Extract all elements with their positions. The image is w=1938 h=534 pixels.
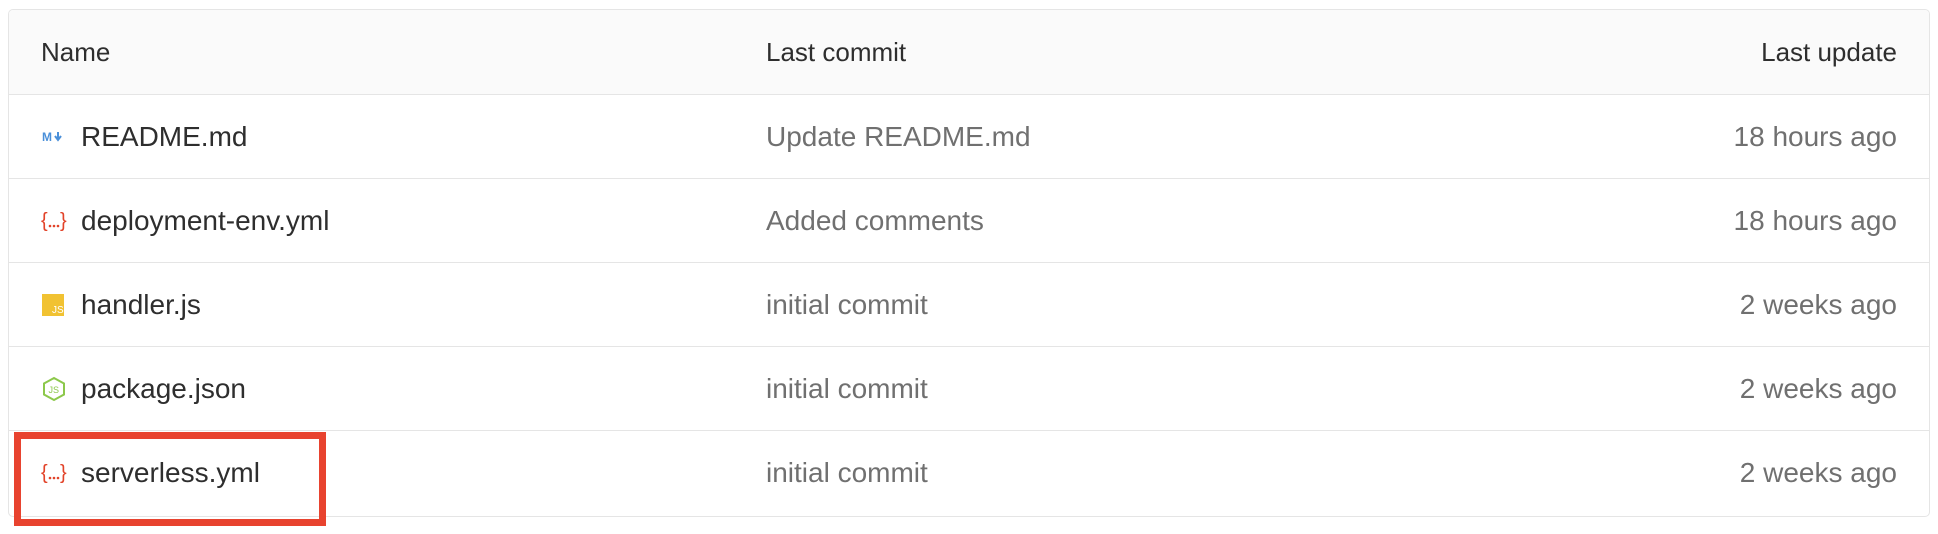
svg-text:M: M <box>42 130 52 144</box>
table-row: JS handler.js initial commit 2 weeks ago <box>9 263 1929 347</box>
commit-message-link[interactable]: initial commit <box>766 431 928 515</box>
commit-message-link[interactable]: initial commit <box>766 347 928 430</box>
table-row: { } deployment-env.yml Added comments 18… <box>9 179 1929 263</box>
file-name[interactable]: README.md <box>81 121 247 153</box>
svg-text:JS: JS <box>52 305 64 316</box>
markdown-icon: M <box>41 124 67 150</box>
file-name[interactable]: handler.js <box>81 289 201 321</box>
file-link[interactable]: JS handler.js <box>41 263 201 346</box>
svg-text:{: { <box>41 462 48 484</box>
yaml-icon: { } <box>41 460 67 486</box>
commit-message-link[interactable]: Update README.md <box>766 95 1031 178</box>
javascript-icon: JS <box>41 292 67 318</box>
commit-message-link[interactable]: initial commit <box>766 263 928 346</box>
column-header-last-commit: Last commit <box>766 36 907 67</box>
file-name[interactable]: serverless.yml <box>81 457 260 489</box>
file-table: Name Last commit Last update M README.md… <box>8 9 1930 517</box>
yaml-icon: { } <box>41 208 67 234</box>
last-update-time: 2 weeks ago <box>1739 457 1897 488</box>
column-header-name: Name <box>41 36 111 67</box>
file-link[interactable]: M README.md <box>41 95 247 178</box>
commit-message-link[interactable]: Added comments <box>766 179 984 262</box>
file-name[interactable]: deployment-env.yml <box>81 205 329 237</box>
last-update-time: 18 hours ago <box>1733 204 1897 236</box>
table-row: { } serverless.yml initial commit 2 week… <box>9 431 1929 515</box>
last-update-time: 2 weeks ago <box>1739 288 1897 320</box>
file-link[interactable]: { } serverless.yml <box>41 431 260 515</box>
svg-text:JS: JS <box>49 385 60 395</box>
file-link[interactable]: { } deployment-env.yml <box>41 179 329 262</box>
file-name[interactable]: package.json <box>81 373 246 405</box>
table-row: JS package.json initial commit 2 weeks a… <box>9 347 1929 431</box>
last-update-time: 18 hours ago <box>1733 120 1897 152</box>
last-update-time: 2 weeks ago <box>1739 372 1897 404</box>
column-header-last-update: Last update <box>1761 36 1897 67</box>
svg-text:}: } <box>60 210 67 232</box>
table-header: Name Last commit Last update <box>9 10 1929 95</box>
svg-text:{: { <box>41 210 48 232</box>
nodejs-icon: JS <box>41 376 67 402</box>
table-row: M README.md Update README.md 18 hours ag… <box>9 95 1929 179</box>
svg-text:}: } <box>60 462 67 484</box>
file-link[interactable]: JS package.json <box>41 347 246 430</box>
